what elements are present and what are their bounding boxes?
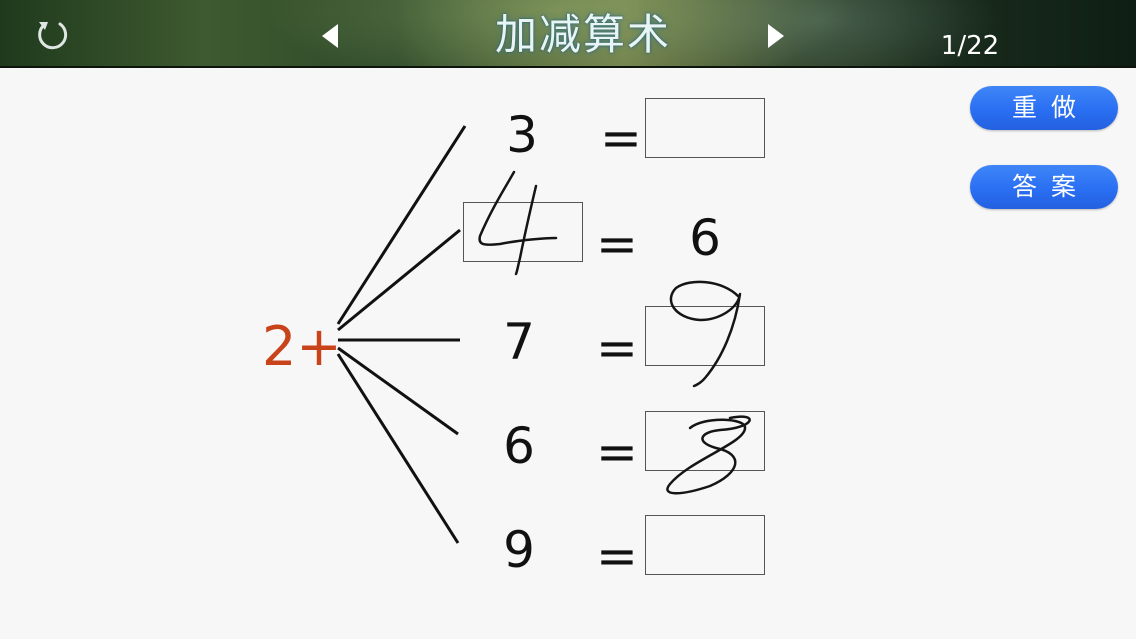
row-1-equals: = bbox=[600, 109, 642, 167]
redo-button[interactable]: 重做 bbox=[970, 86, 1118, 130]
page-title: 加减算术 bbox=[494, 10, 671, 59]
row-3-equals: = bbox=[596, 319, 638, 377]
row-2-equals: = bbox=[596, 215, 638, 273]
triangle-right-icon bbox=[768, 24, 784, 48]
exercise-area: 2+ 3 = = 6 7 = 6 = 9 = bbox=[0, 68, 900, 639]
row-3-left-number: 7 bbox=[503, 313, 535, 371]
row-5-left-number: 9 bbox=[503, 521, 535, 579]
connector-lines bbox=[336, 125, 467, 544]
page-counter: 1/22 bbox=[940, 31, 1000, 61]
row-4-equals: = bbox=[596, 423, 638, 481]
connector-line-4 bbox=[337, 346, 459, 436]
row-4-left-number: 6 bbox=[503, 417, 535, 475]
refresh-button[interactable] bbox=[34, 16, 72, 54]
row-4-answer-box[interactable] bbox=[645, 411, 765, 471]
row-3-answer-box[interactable] bbox=[645, 306, 765, 366]
previous-button[interactable] bbox=[320, 22, 340, 50]
operand-prefix: 2+ bbox=[262, 315, 342, 378]
triangle-left-icon bbox=[322, 24, 338, 48]
refresh-icon bbox=[38, 22, 68, 50]
connector-line-5 bbox=[336, 353, 460, 544]
row-5-equals: = bbox=[596, 527, 638, 585]
row-1-left-number: 3 bbox=[506, 106, 538, 164]
header-bar: 加减算术 1/22 bbox=[0, 0, 1136, 68]
row-1-answer-box[interactable] bbox=[645, 98, 765, 158]
row-2-left-box[interactable] bbox=[463, 202, 583, 262]
answer-button[interactable]: 答案 bbox=[970, 165, 1118, 209]
row-2-right-number: 6 bbox=[689, 209, 721, 267]
row-5-answer-box[interactable] bbox=[645, 515, 765, 575]
next-button[interactable] bbox=[766, 22, 786, 50]
connector-line-2 bbox=[337, 228, 461, 332]
connector-line-1 bbox=[336, 125, 467, 325]
app-screen: 加减算术 1/22 重做 答案 2+ 3 = = 6 7 = 6 = 9 = bbox=[0, 0, 1136, 639]
